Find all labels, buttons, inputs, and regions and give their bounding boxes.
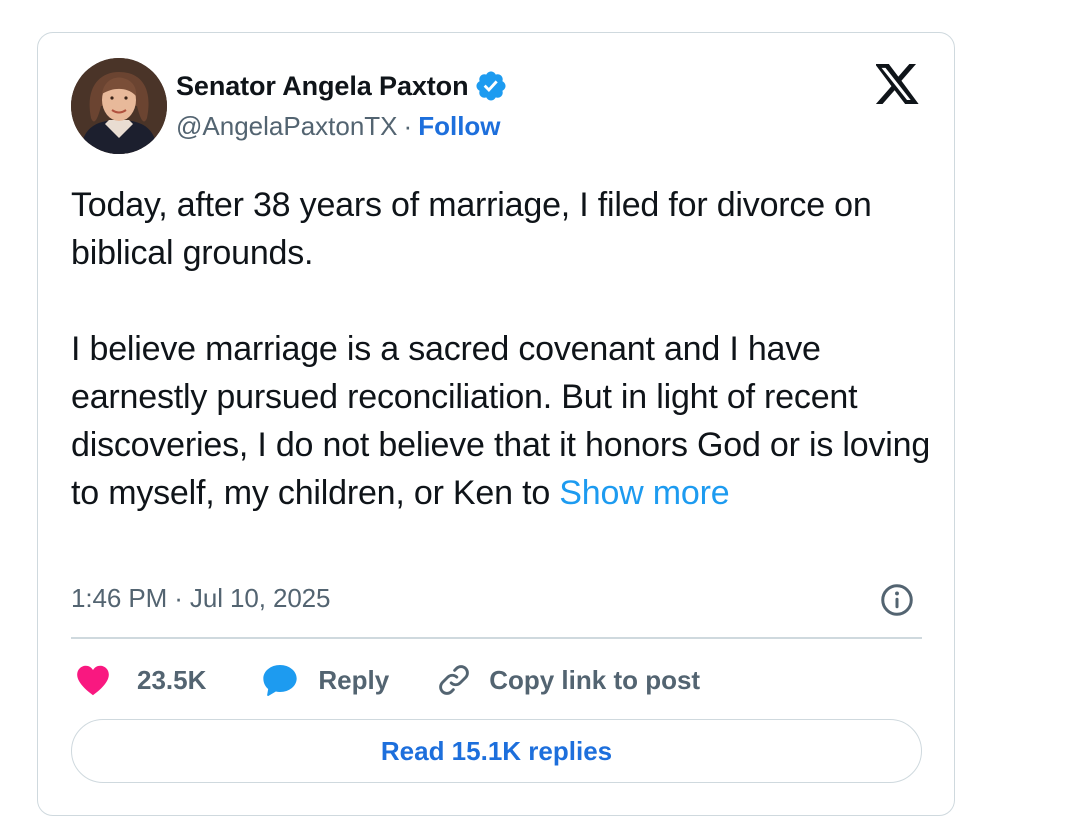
tweet-paragraph-2-text: I believe marriage is a sacred covenant … [71,330,931,512]
tweet-timestamp[interactable]: 1:46 PM · Jul 10, 2025 [71,583,331,614]
author-handle[interactable]: @AngelaPaxtonTX [176,111,398,142]
copy-link-button[interactable]: Copy link to post [435,661,700,699]
speech-bubble-icon [263,665,298,696]
tweet-actions-bar: 23.5K Reply Copy link to post [71,659,700,701]
follow-button[interactable]: Follow [418,111,500,142]
handle-separator: · [403,111,413,141]
link-icon [439,665,469,695]
heart-icon [77,665,109,696]
author-name[interactable]: Senator Angela Paxton [176,71,469,102]
info-icon[interactable] [879,582,915,618]
like-count: 23.5K [137,664,207,695]
tweet-paragraph-2: I believe marriage is a sacred covenant … [71,325,931,517]
author-name-row: Senator Angela Paxton [176,69,508,103]
profile-photo [71,58,167,154]
x-logo-icon[interactable] [876,64,920,104]
author-handle-row: @AngelaPaxtonTX · Follow [176,111,501,142]
avatar[interactable] [71,58,167,154]
tweet-text: Today, after 38 years of marriage, I fil… [71,181,931,517]
read-replies-button[interactable]: Read 15.1K replies [71,719,922,783]
copy-link-label: Copy link to post [489,664,701,695]
embedded-tweet-card: Senator Angela Paxton @AngelaPaxtonTX · … [37,32,955,816]
read-replies-label: Read 15.1K replies [380,735,613,766]
like-button[interactable]: 23.5K [71,661,206,699]
reply-button[interactable]: Reply [260,660,389,700]
reply-label: Reply [318,664,390,695]
show-more-link[interactable]: Show more [559,474,729,512]
tweet-paragraph-1: Today, after 38 years of marriage, I fil… [71,186,872,272]
divider [71,637,922,639]
verified-badge-icon [476,71,506,101]
